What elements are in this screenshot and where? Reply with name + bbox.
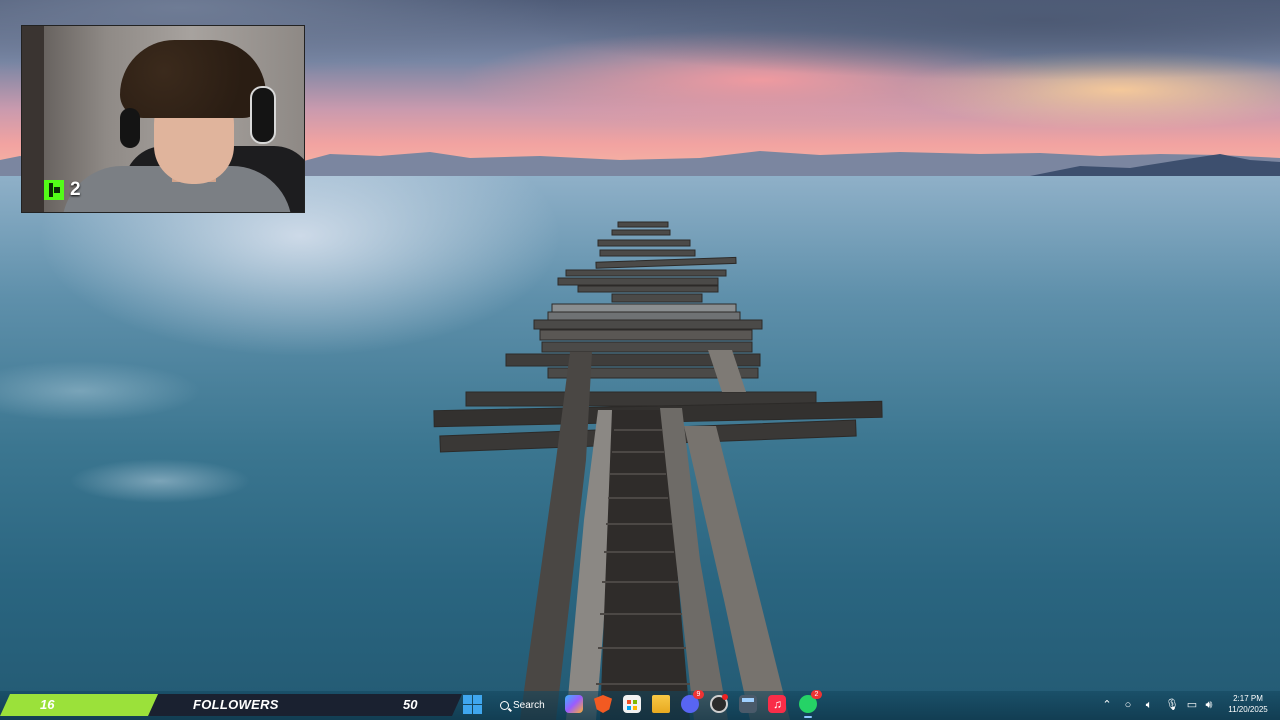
chevron-up-icon[interactable]: ⌃ [1101,699,1113,711]
follower-goal-fill [0,694,158,716]
follower-goal-label: FOLLOWERS [193,697,279,712]
clock-date: 11/20/2025 [1228,705,1268,714]
network-icon[interactable]: ▭ [1186,699,1198,711]
microphone-icon[interactable]: 🎙︎ [1165,699,1179,711]
follower-goal-widget: 16 FOLLOWERS 50 [0,694,462,716]
music-icon[interactable]: ♫ [768,695,786,713]
headphones-left [120,108,140,148]
folder-icon[interactable] [652,695,670,713]
calculator-icon[interactable] [739,695,757,713]
sub-count: 2 [70,179,81,200]
clock-time: 2:17 PM [1233,694,1263,703]
taskbar-clock[interactable]: 2:17 PM 11/20/2025 [1222,693,1274,715]
windows-logo-icon [463,695,472,704]
copilot-tray-icon[interactable]: ○ [1122,699,1134,711]
search-label: Search [513,699,545,711]
whatsapp-badge: 2 [811,690,822,699]
speaker-icon[interactable]: 🔈︎ [1143,699,1155,711]
webcam-overlay: 2 [21,25,305,213]
taskbar-search-button[interactable]: Search [500,694,550,716]
windows-logo-icon [473,695,482,704]
whatsapp-icon[interactable]: 2 [799,690,822,718]
record-icon[interactable] [710,694,728,713]
windows-logo-icon [463,705,472,714]
start-button[interactable] [463,695,483,715]
store-icon[interactable] [623,695,641,713]
copilot-icon[interactable] [565,695,583,713]
webcam-background [22,26,44,212]
sub-count-badge: 2 [44,179,81,201]
discord-badge: 9 [693,690,704,699]
follower-goal-target: 50 [403,697,418,712]
discord-icon[interactable]: 9 [681,690,704,713]
volume-icon[interactable]: 🔊︎ [1203,699,1215,711]
kick-logo-icon [44,180,64,200]
headphones-right [250,86,276,144]
search-icon [500,700,509,710]
follower-goal-current: 16 [40,697,55,712]
windows-logo-icon [473,705,482,714]
streamer-hair [120,40,266,118]
